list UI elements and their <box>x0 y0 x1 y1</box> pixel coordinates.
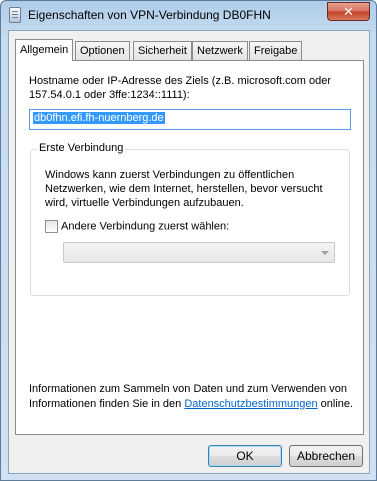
privacy-link[interactable]: Datenschutzbestimmungen <box>184 398 317 410</box>
tab-sicherheit[interactable]: Sicherheit <box>133 41 192 60</box>
tab-optionen[interactable]: Optionen <box>75 41 130 60</box>
tab-freigabe[interactable]: Freigabe <box>249 41 303 60</box>
dialog-client-area: Allgemein Optionen Sicherheit Netzwerk F… <box>8 30 370 474</box>
window-title: Eigenschaften von VPN-Verbindung DB0FHN <box>28 8 271 22</box>
other-connection-dropdown[interactable] <box>63 242 335 263</box>
first-connection-legend: Erste Verbindung <box>37 142 126 154</box>
tab-netzwerk[interactable]: Netzwerk <box>192 41 248 60</box>
properties-dialog: Eigenschaften von VPN-Verbindung DB0FHN … <box>0 0 377 481</box>
ok-button[interactable]: OK <box>208 445 282 467</box>
other-connection-checkbox[interactable] <box>45 220 58 233</box>
first-connection-description: Windows kann zuerst Verbindungen zu öffe… <box>45 169 323 209</box>
other-connection-label: Andere Verbindung zuerst wählen: <box>61 220 230 233</box>
close-button[interactable]: ✕ <box>327 2 370 21</box>
host-label: Hostname oder IP-Adresse des Ziels (z.B.… <box>29 75 331 101</box>
tab-allgemein[interactable]: Allgemein <box>15 39 74 61</box>
cancel-button[interactable]: Abbrechen <box>289 445 363 467</box>
tab-panel-allgemein: Hostname oder IP-Adresse des Ziels (z.B.… <box>15 60 364 435</box>
privacy-notice: Informationen zum Sammeln von Daten und … <box>29 382 354 412</box>
chevron-down-icon <box>321 251 329 255</box>
vpn-document-icon <box>9 7 21 23</box>
host-input-value: db0fhn.efi.fh-nuernberg.de <box>33 112 165 124</box>
other-connection-option[interactable]: Andere Verbindung zuerst wählen: <box>45 220 229 234</box>
host-input[interactable]: db0fhn.efi.fh-nuernberg.de <box>29 109 351 130</box>
title-bar[interactable]: Eigenschaften von VPN-Verbindung DB0FHN … <box>1 1 376 29</box>
privacy-text-after: online. <box>317 398 354 410</box>
first-connection-group: Erste Verbindung Windows kann zuerst Ver… <box>30 142 350 296</box>
